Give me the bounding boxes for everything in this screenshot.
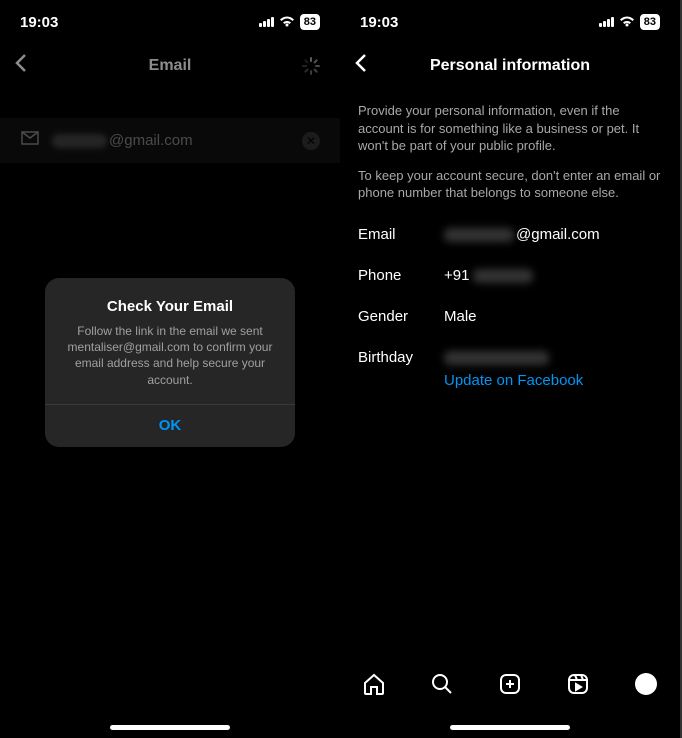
- back-icon[interactable]: [355, 53, 367, 79]
- wifi-icon: [619, 16, 635, 28]
- birthday-row[interactable]: Birthday: [340, 337, 680, 372]
- phone-value: +91: [444, 267, 662, 284]
- header: Email: [0, 44, 340, 88]
- wifi-icon: [279, 16, 295, 28]
- loading-spinner-icon: [302, 57, 320, 75]
- modal-body-text: Follow the link in the email we sent men…: [61, 323, 279, 388]
- search-icon[interactable]: [430, 672, 454, 696]
- update-facebook-link[interactable]: Update on Facebook: [444, 372, 662, 389]
- battery-icon: 83: [640, 14, 660, 30]
- phone-right: 19:03 83 Personal information Provide yo…: [340, 0, 680, 738]
- status-time: 19:03: [20, 14, 58, 31]
- page-title: Personal information: [430, 57, 590, 75]
- info-description: Provide your personal information, even …: [340, 88, 680, 202]
- phone-label: Phone: [358, 267, 444, 284]
- home-indicator[interactable]: [450, 725, 570, 730]
- email-label: Email: [358, 226, 444, 243]
- status-right: 83: [259, 14, 320, 30]
- email-value: @gmail.com: [52, 132, 290, 149]
- gender-value: Male: [444, 308, 662, 325]
- gender-label: Gender: [358, 308, 444, 325]
- modal-dialog: Check Your Email Follow the link in the …: [45, 278, 295, 447]
- signal-icon: [259, 17, 274, 27]
- header: Personal information: [340, 44, 680, 88]
- email-value: @gmail.com: [444, 226, 662, 243]
- reels-icon[interactable]: [566, 672, 590, 696]
- modal-title: Check Your Email: [61, 298, 279, 315]
- status-bar: 19:03 83: [340, 0, 680, 44]
- mail-icon: [20, 130, 40, 151]
- page-title: Email: [149, 57, 192, 75]
- back-icon[interactable]: [15, 53, 27, 79]
- add-icon[interactable]: [498, 672, 522, 696]
- battery-icon: 83: [300, 14, 320, 30]
- signal-icon: [599, 17, 614, 27]
- home-indicator[interactable]: [110, 725, 230, 730]
- home-icon[interactable]: [362, 672, 386, 696]
- email-row[interactable]: Email @gmail.com: [340, 214, 680, 255]
- phone-left: 19:03 83 Email @gmail.com ✕ Check You: [0, 0, 340, 738]
- birthday-label: Birthday: [358, 349, 444, 366]
- birthday-value: [444, 349, 662, 366]
- ok-button[interactable]: OK: [159, 417, 182, 434]
- status-time: 19:03: [360, 14, 398, 31]
- status-bar: 19:03 83: [0, 0, 340, 44]
- status-right: 83: [599, 14, 660, 30]
- clear-icon[interactable]: ✕: [302, 132, 320, 150]
- phone-row[interactable]: Phone +91: [340, 255, 680, 296]
- profile-icon[interactable]: [634, 672, 658, 696]
- email-input-row[interactable]: @gmail.com ✕: [0, 118, 340, 163]
- gender-row[interactable]: Gender Male: [340, 296, 680, 337]
